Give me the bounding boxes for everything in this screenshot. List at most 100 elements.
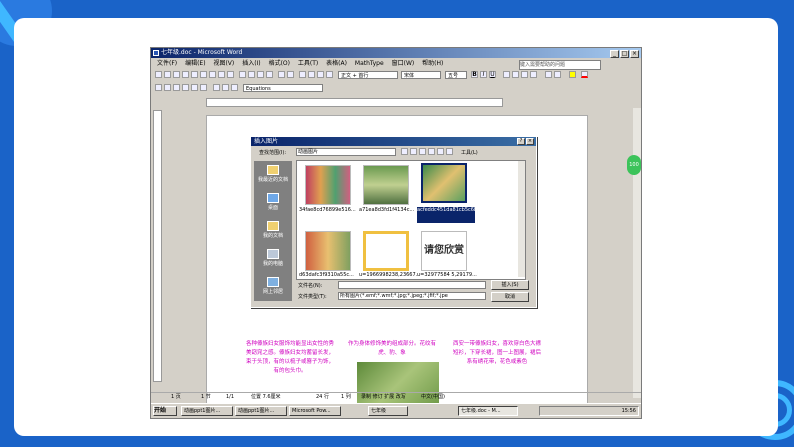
- cut-icon[interactable]: [239, 71, 246, 78]
- lookin-select[interactable]: 动画图片: [296, 148, 396, 156]
- font-color-icon[interactable]: [581, 71, 588, 78]
- equation-combo[interactable]: Equations: [243, 84, 323, 92]
- file-thumb-6[interactable]: 请您欣赏: [421, 231, 467, 271]
- indent-icon[interactable]: [173, 84, 180, 91]
- spelling-icon[interactable]: [218, 71, 225, 78]
- italic-button[interactable]: I: [480, 71, 487, 78]
- file-list-scrollbar[interactable]: [518, 161, 525, 277]
- format-painter-icon[interactable]: [266, 71, 273, 78]
- table-icon[interactable]: [308, 71, 315, 78]
- font-combo[interactable]: 宋体: [401, 71, 441, 79]
- file-thumb-1[interactable]: [305, 165, 351, 205]
- print-icon[interactable]: [200, 71, 207, 78]
- menu-mathtype[interactable]: MathType: [355, 60, 384, 67]
- format-icon[interactable]: [191, 84, 198, 91]
- open-folder-icon[interactable]: [164, 71, 171, 78]
- filename-input[interactable]: [338, 281, 486, 289]
- menu-table[interactable]: 表格(A): [326, 60, 347, 67]
- paste-icon[interactable]: [257, 71, 264, 78]
- vertical-scrollbar[interactable]: [633, 108, 641, 398]
- align-right-icon[interactable]: [521, 71, 528, 78]
- filetype-select[interactable]: 所有图片(*.emf;*.wmf;*.jpg;*.jpeg;*.jfif;*.j…: [338, 292, 486, 300]
- horizontal-ruler[interactable]: [206, 98, 503, 107]
- save-icon[interactable]: [173, 71, 180, 78]
- font-size-combo[interactable]: 五号: [445, 71, 467, 79]
- file-name-1: 34fae8cd76899e516...: [299, 207, 356, 213]
- bold-button[interactable]: B: [471, 71, 478, 78]
- equation-icon[interactable]: [222, 84, 229, 91]
- lookin-label: 查找范围(I):: [259, 150, 287, 156]
- mathtype-icon[interactable]: [213, 84, 220, 91]
- cancel-button[interactable]: 取消: [491, 292, 529, 302]
- menu-file[interactable]: 文件(F): [157, 60, 177, 67]
- floating-badge[interactable]: 100: [627, 155, 641, 175]
- permission-icon[interactable]: [182, 71, 189, 78]
- status-language: 中文(中国): [421, 394, 445, 400]
- menu-insert[interactable]: 插入(I): [242, 60, 260, 67]
- columns-icon[interactable]: [326, 71, 333, 78]
- maximize-button[interactable]: □: [620, 50, 629, 58]
- file-thumb-4[interactable]: [305, 231, 351, 271]
- taskbar-item-2[interactable]: 动画ppt1图片...: [235, 406, 287, 416]
- style-combo[interactable]: 正文 + 首行: [338, 71, 398, 79]
- place-desktop[interactable]: 桌面: [254, 191, 292, 221]
- filetype-label: 文件类型(T):: [298, 294, 327, 300]
- hyperlink-icon[interactable]: [299, 71, 306, 78]
- insert-button[interactable]: 插入(S): [491, 280, 529, 290]
- dialog-help-button[interactable]: ?: [517, 138, 525, 145]
- menu-view[interactable]: 视图(V): [213, 60, 234, 67]
- menu-help[interactable]: 帮助(H): [422, 60, 443, 67]
- menu-format[interactable]: 格式(O): [269, 60, 290, 67]
- close-button[interactable]: ×: [630, 50, 639, 58]
- bullets-icon[interactable]: [554, 71, 561, 78]
- file-thumb-2[interactable]: [363, 165, 409, 205]
- help-search-input[interactable]: 键入需要帮助的问题: [519, 60, 601, 70]
- status-line: 24 行: [316, 394, 329, 400]
- highlight-icon[interactable]: [569, 71, 576, 78]
- dialog-title-bar: 插入图片 ? ×: [251, 137, 536, 146]
- email-icon[interactable]: [191, 71, 198, 78]
- back-icon[interactable]: [401, 148, 408, 155]
- file-thumb-5[interactable]: [363, 231, 409, 271]
- excel-icon[interactable]: [317, 71, 324, 78]
- print-preview-icon[interactable]: [209, 71, 216, 78]
- views-icon[interactable]: [446, 148, 453, 155]
- taskbar-item-4[interactable]: 七年级: [368, 406, 408, 416]
- insert-equation-icon[interactable]: [231, 84, 238, 91]
- sum-icon[interactable]: [155, 84, 162, 91]
- tab-icon[interactable]: [164, 84, 171, 91]
- place-recent[interactable]: 我最近的文档: [254, 163, 292, 193]
- menu-edit[interactable]: 编辑(E): [185, 60, 205, 67]
- search-web-icon[interactable]: [419, 148, 426, 155]
- menu-tools[interactable]: 工具(T): [298, 60, 318, 67]
- menu-window[interactable]: 窗口(W): [392, 60, 415, 67]
- justify-icon[interactable]: [530, 71, 537, 78]
- dialog-close-button[interactable]: ×: [526, 138, 534, 145]
- underline-button[interactable]: U: [489, 71, 496, 78]
- taskbar-item-3[interactable]: Microsoft Pow...: [289, 406, 341, 416]
- standard-toolbar: 正文 + 首行 宋体 五号 B I U: [153, 70, 639, 81]
- numbering-icon[interactable]: [545, 71, 552, 78]
- place-network[interactable]: 网上邻居: [254, 275, 292, 305]
- tools-menu[interactable]: 工具(L): [461, 149, 478, 156]
- taskbar-active-item[interactable]: 七年级.doc - M...: [458, 406, 518, 416]
- undo-icon[interactable]: [278, 71, 285, 78]
- arrange-icon[interactable]: [200, 84, 207, 91]
- place-my-computer[interactable]: 我的电脑: [254, 247, 292, 277]
- outdent-icon[interactable]: [182, 84, 189, 91]
- redo-icon[interactable]: [287, 71, 294, 78]
- copy-icon[interactable]: [248, 71, 255, 78]
- file-thumb-3-selected[interactable]: [421, 163, 467, 203]
- taskbar-item-1[interactable]: 动画ppt1图片...: [181, 406, 233, 416]
- align-left-icon[interactable]: [503, 71, 510, 78]
- start-button[interactable]: 开始: [153, 406, 177, 416]
- file-list[interactable]: 34fae8cd76899e516... a71ea8d3fd1f4134c..…: [296, 160, 526, 280]
- place-my-documents[interactable]: 我的文档: [254, 219, 292, 249]
- new-document-icon[interactable]: [155, 71, 162, 78]
- delete-icon[interactable]: [428, 148, 435, 155]
- research-icon[interactable]: [227, 71, 234, 78]
- minimize-button[interactable]: _: [610, 50, 619, 58]
- up-folder-icon[interactable]: [410, 148, 417, 155]
- align-center-icon[interactable]: [512, 71, 519, 78]
- new-folder-icon[interactable]: [437, 148, 444, 155]
